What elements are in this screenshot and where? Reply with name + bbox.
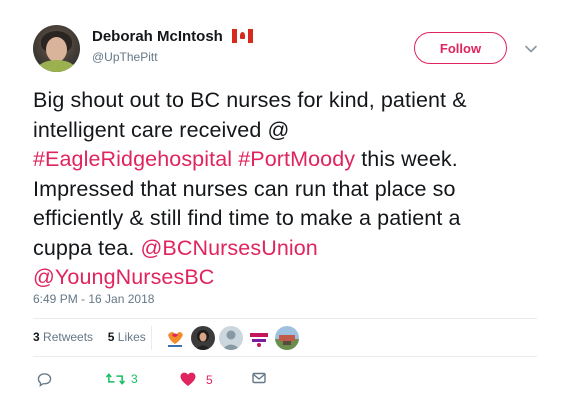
tweet-line: intelligent care received @ (33, 117, 290, 142)
divider (33, 318, 537, 319)
hashtag-eagleridgehospital[interactable]: #EagleRidgehospital (33, 147, 232, 171)
tweet-stats: 3 Retweets 5 Likes (33, 330, 146, 344)
liker-avatars (163, 326, 299, 350)
tweet-line: cuppa tea. @BCNursesUnion (33, 234, 553, 264)
retweet-action[interactable]: 3 (106, 372, 138, 386)
tweet-text: Big shout out to BC nurses for kind, pat… (33, 86, 553, 293)
tweet-line: Impressed that nurses can run that place… (33, 176, 456, 201)
tweet-card: Deborah McIntosh @UpThePitt Follow Big s… (0, 0, 569, 406)
tweet-line: Big shout out to BC nurses for kind, pat… (33, 88, 467, 112)
canada-flag-icon (232, 29, 253, 43)
retweets-count[interactable]: 3 (33, 330, 40, 344)
mention-youngnursesbc[interactable]: @YoungNursesBC (33, 265, 214, 289)
mention-bcnursesunion[interactable]: @BCNursesUnion (141, 236, 318, 260)
tweet-line-text: cuppa tea. (33, 235, 141, 260)
likes-label[interactable]: Likes (118, 330, 146, 344)
retweet-count: 3 (131, 372, 138, 386)
like-count: 5 (206, 372, 213, 387)
like-action[interactable]: 5 (180, 372, 213, 387)
liker-avatar[interactable] (275, 326, 299, 350)
hashtag-portmoody[interactable]: #PortMoody (238, 147, 355, 171)
divider (33, 356, 537, 357)
follow-button[interactable]: Follow (414, 32, 507, 64)
tweet-timestamp[interactable]: 6:49 PM - 16 Jan 2018 (33, 292, 154, 306)
author-name[interactable]: Deborah McIntosh (92, 28, 223, 45)
tweet-line: @YoungNursesBC (33, 263, 553, 293)
chevron-down-icon[interactable] (524, 42, 538, 56)
liker-avatar[interactable] (247, 326, 271, 350)
likes-count[interactable]: 5 (108, 330, 115, 344)
tweet-line: #EagleRidgehospital #PortMoody this week… (33, 145, 553, 175)
envelope-icon (252, 372, 266, 384)
tweet-line: efficiently & still find time to make a … (33, 206, 461, 230)
dm-action[interactable] (252, 372, 266, 384)
retweet-icon (106, 373, 125, 385)
reply-icon (37, 373, 52, 387)
avatar-shirt (37, 60, 76, 72)
heart-icon (180, 372, 196, 386)
reply-action[interactable] (37, 372, 52, 387)
stats-separator (151, 326, 152, 350)
retweets-label[interactable]: Retweets (43, 330, 93, 344)
author-avatar[interactable] (33, 25, 80, 72)
tweet-line-text: this week. (355, 147, 458, 171)
liker-avatar[interactable] (163, 326, 187, 350)
avatar-face (46, 37, 67, 62)
liker-avatar[interactable] (191, 326, 215, 350)
liker-avatar[interactable] (219, 326, 243, 350)
author-handle[interactable]: @UpThePitt (92, 50, 158, 64)
